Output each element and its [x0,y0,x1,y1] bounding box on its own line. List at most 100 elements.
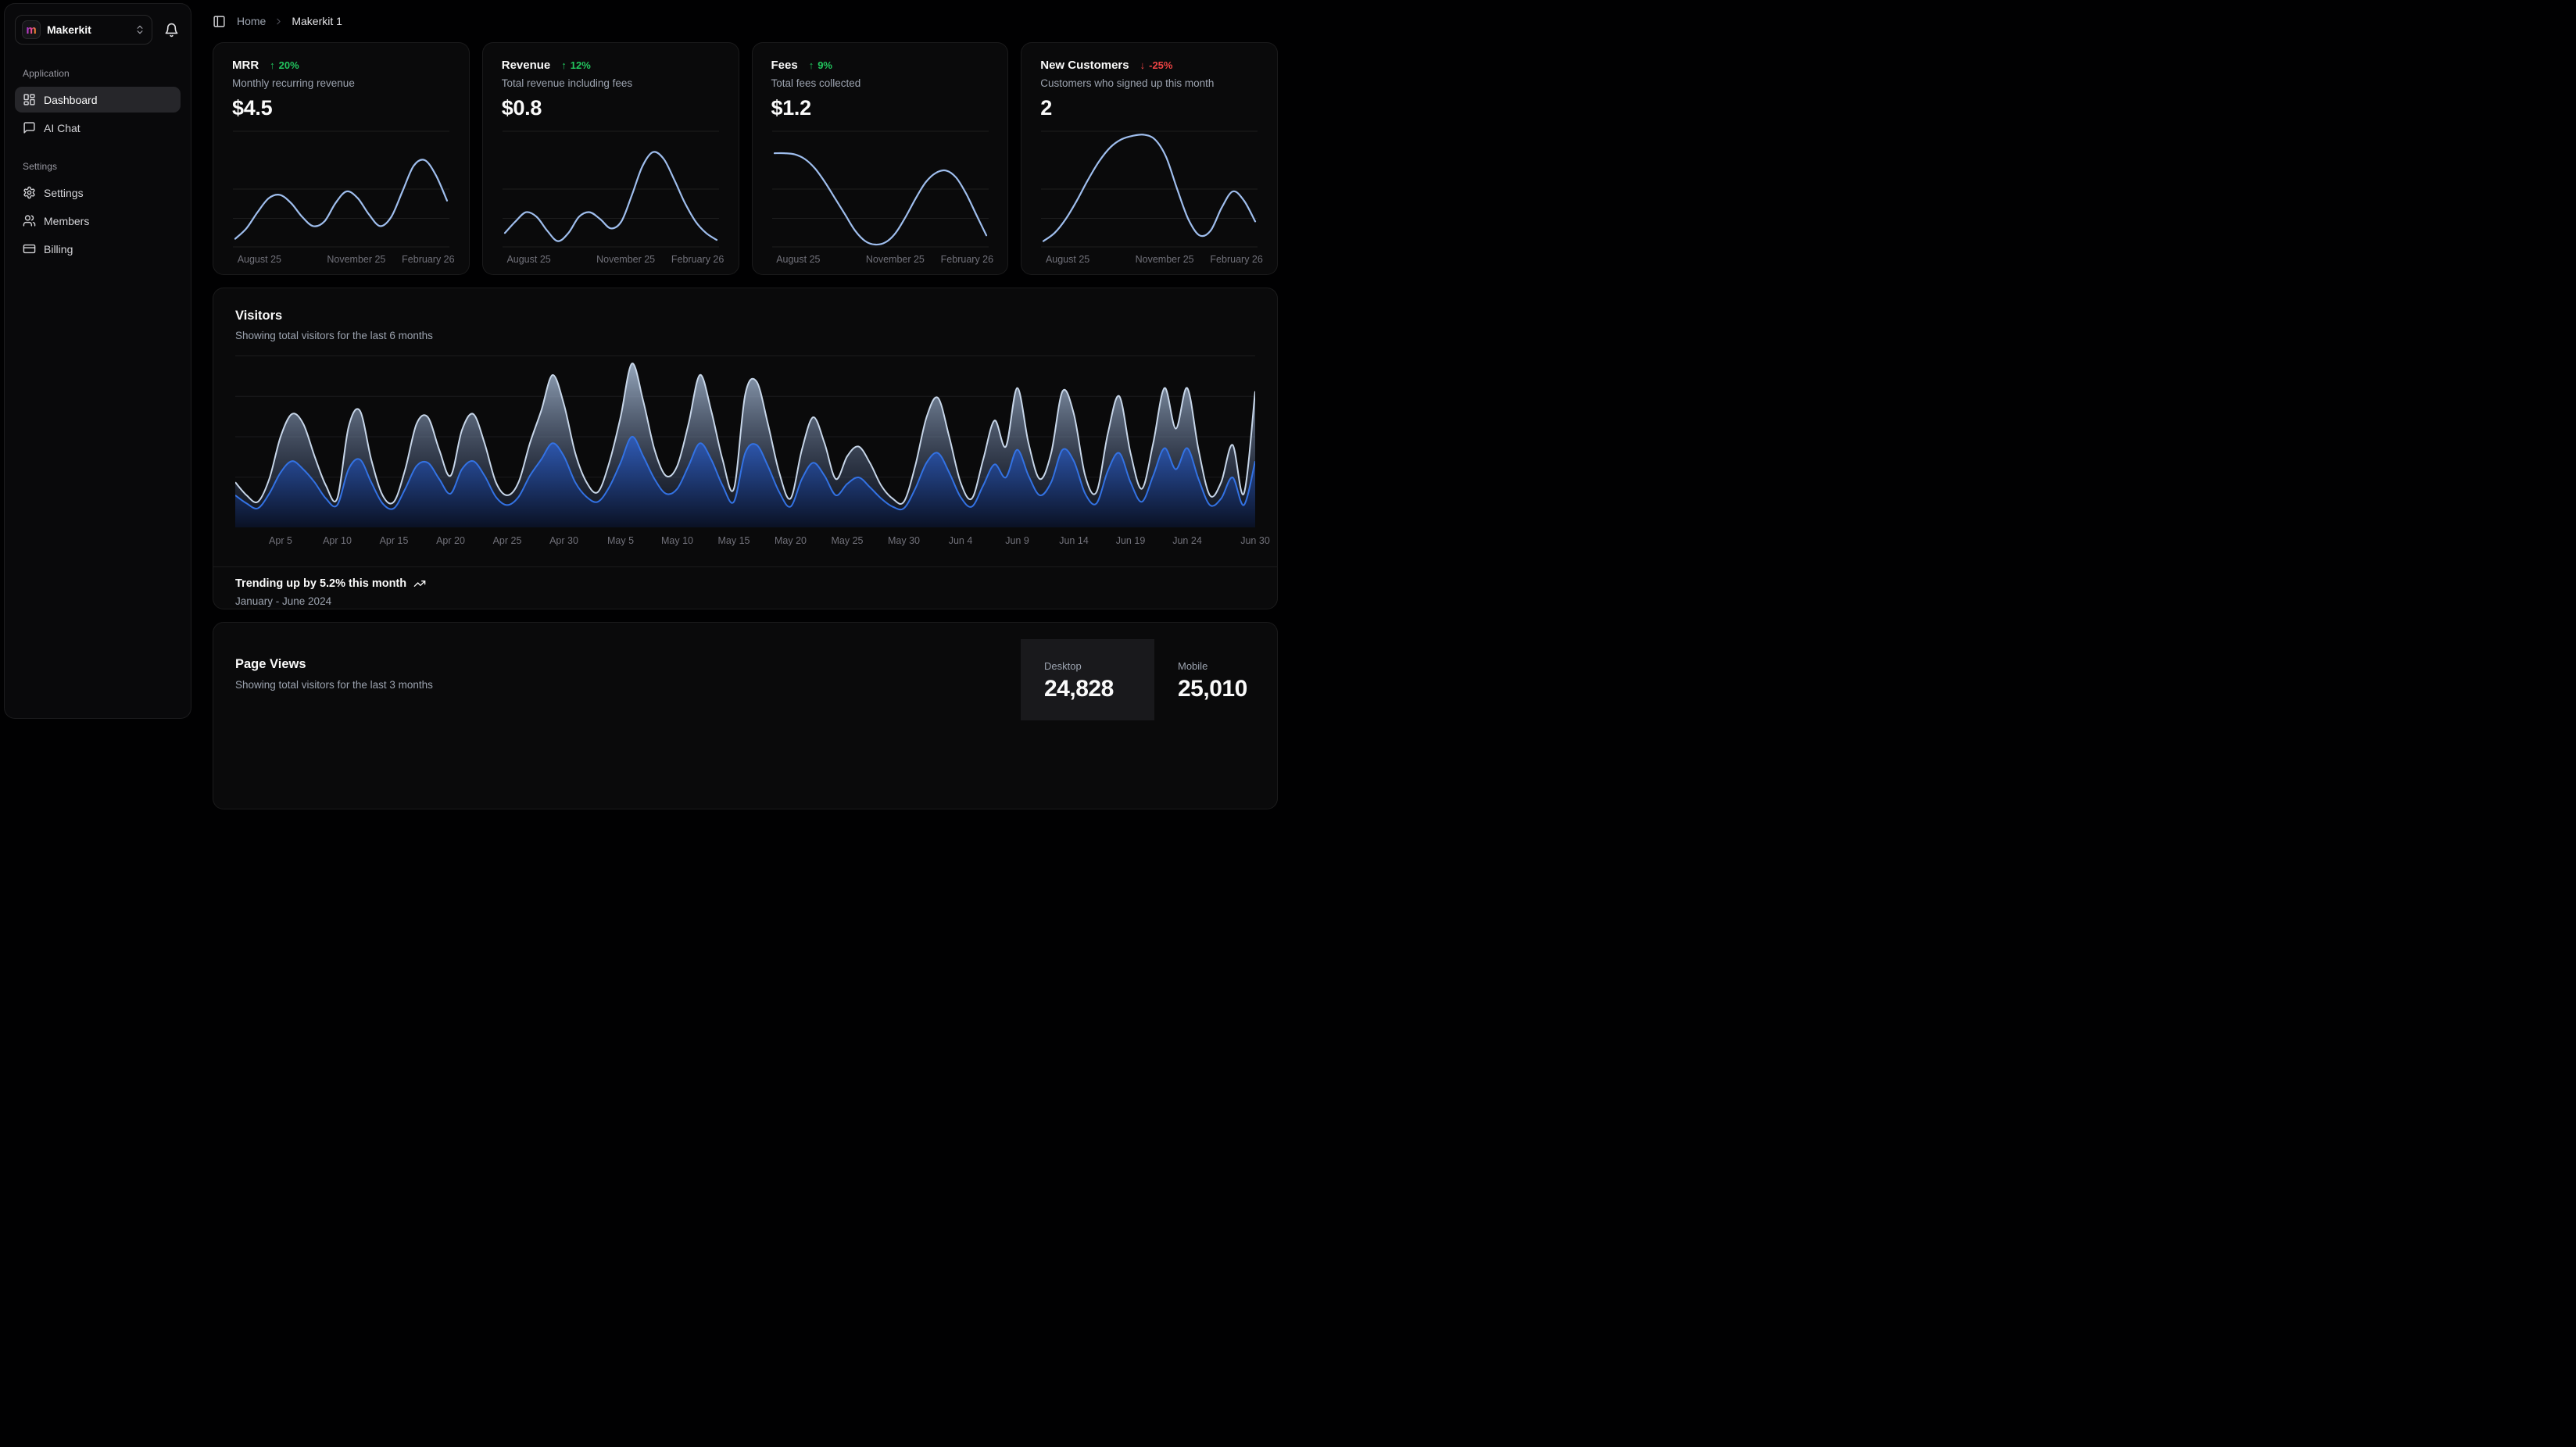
change-percent: 20% [279,59,299,71]
stat-subtitle: Monthly recurring revenue [232,77,450,89]
visitors-x-axis: Apr 5Apr 10Apr 15Apr 20Apr 25Apr 30May 5… [235,531,1255,549]
x-tick-label: August 25 [1046,254,1089,265]
logo-letter: m [26,24,36,36]
stat-cards-row: MRR ↑ 20% Monthly recurring revenue $4.5… [213,42,1278,275]
toggle-label: Desktop [1044,660,1154,672]
x-tick-label: February 26 [402,254,454,265]
workspace-name: Makerkit [47,23,128,36]
x-axis-labels: August 25 November 25 February 26 [1040,248,1258,274]
new-customers-sparkline-chart [1040,130,1258,248]
x-tick-label: Jun 14 [1059,535,1089,546]
x-tick-label: August 25 [506,254,550,265]
x-tick-label: May 20 [775,535,807,546]
bell-icon [164,23,179,38]
x-tick-label: Apr 20 [436,535,465,546]
sidebar-item-label: Dashboard [44,94,98,106]
stat-value: $4.5 [232,96,450,120]
trend-badge: ↓ -25% [1140,59,1173,71]
panel-left-icon [213,15,226,28]
nav-section-application: Application Dashboard AI Chat [15,68,181,141]
x-tick-label: February 26 [1210,254,1262,265]
sidebar-item-billing[interactable]: Billing [15,236,181,262]
toggle-mobile[interactable]: Mobile 25,010 [1154,639,1279,720]
trending-up-icon [413,577,426,590]
x-tick-label: August 25 [776,254,820,265]
sidebar-item-ai-chat[interactable]: AI Chat [15,115,181,141]
x-tick-label: Jun 19 [1116,535,1146,546]
stat-subtitle: Total revenue including fees [502,77,720,89]
stat-card-fees: Fees ↑ 9% Total fees collected $1.2 Augu… [752,42,1009,275]
toggle-desktop[interactable]: Desktop 24,828 [1021,639,1154,720]
x-tick-label: May 10 [661,535,693,546]
x-tick-label: May 25 [832,535,864,546]
sidebar-toggle-button[interactable] [213,15,226,28]
page-views-title: Page Views [235,657,433,672]
toggle-label: Mobile [1178,660,1279,672]
x-tick-label: November 25 [596,254,655,265]
x-axis-labels: August 25 November 25 February 26 [232,248,450,274]
fees-sparkline-chart [771,130,989,248]
arrow-down-icon: ↓ [1140,59,1146,71]
sidebar: m Makerkit Application Dashboard [4,3,191,719]
x-tick-label: May 30 [888,535,920,546]
stat-value: 2 [1040,96,1258,120]
trend-badge: ↑ 12% [561,59,591,71]
x-tick-label: May 15 [718,535,750,546]
workspace-selector[interactable]: m Makerkit [15,15,152,45]
notifications-button[interactable] [162,23,181,38]
sidebar-item-label: AI Chat [44,122,80,134]
sidebar-item-dashboard[interactable]: Dashboard [15,87,181,113]
sidebar-item-settings[interactable]: Settings [15,180,181,205]
x-tick-label: February 26 [941,254,993,265]
trend-text: Trending up by 5.2% this month [235,577,406,590]
message-square-icon [23,121,36,134]
sidebar-item-label: Billing [44,243,73,255]
trend-badge: ↑ 9% [809,59,832,71]
change-percent: 12% [571,59,591,71]
toggle-value: 25,010 [1178,676,1279,702]
toggle-value: 24,828 [1044,676,1154,702]
mrr-sparkline-chart [232,130,450,248]
stat-card-revenue: Revenue ↑ 12% Total revenue including fe… [482,42,739,275]
nav-section-settings: Settings Settings Members Billing [15,161,181,262]
x-axis-labels: August 25 November 25 February 26 [502,248,720,274]
visitors-area-chart[interactable] [235,355,1255,527]
x-tick-label: Jun 30 [1240,535,1270,546]
stat-value: $1.2 [771,96,989,120]
x-tick-label: Apr 25 [493,535,522,546]
dashboard-icon [23,93,36,106]
visitors-footer: Trending up by 5.2% this month January -… [213,566,1277,609]
credit-card-icon [23,242,36,255]
x-tick-label: Apr 15 [380,535,409,546]
page-views-subtitle: Showing total visitors for the last 3 mo… [235,679,433,691]
sidebar-item-label: Settings [44,187,84,199]
gear-icon [23,186,36,199]
chevrons-up-down-icon [134,24,145,35]
sidebar-item-members[interactable]: Members [15,208,181,234]
x-tick-label: May 5 [607,535,634,546]
x-axis-labels: August 25 November 25 February 26 [771,248,989,274]
sidebar-item-label: Members [44,215,89,227]
x-tick-label: Jun 4 [949,535,973,546]
revenue-sparkline-chart [502,130,720,248]
stat-value: $0.8 [502,96,720,120]
change-percent: 9% [818,59,832,71]
stat-subtitle: Total fees collected [771,77,989,89]
x-tick-label: November 25 [1136,254,1194,265]
breadcrumb: Home Makerkit 1 [237,15,342,27]
x-tick-label: November 25 [327,254,385,265]
visitors-subtitle: Showing total visitors for the last 6 mo… [235,330,1255,341]
breadcrumb-home-link[interactable]: Home [237,15,266,27]
stat-title: MRR [232,59,259,72]
makerkit-logo: m [22,20,41,39]
stat-title: New Customers [1040,59,1129,72]
x-tick-label: Apr 5 [269,535,292,546]
x-tick-label: Jun 9 [1005,535,1029,546]
change-percent: -25% [1149,59,1172,71]
x-tick-label: February 26 [671,254,724,265]
arrow-up-icon: ↑ [809,59,814,71]
chevron-right-icon [274,16,284,27]
x-tick-label: November 25 [866,254,925,265]
page-views-card: Page Views Showing total visitors for th… [213,622,1278,809]
x-tick-label: Apr 10 [323,535,352,546]
